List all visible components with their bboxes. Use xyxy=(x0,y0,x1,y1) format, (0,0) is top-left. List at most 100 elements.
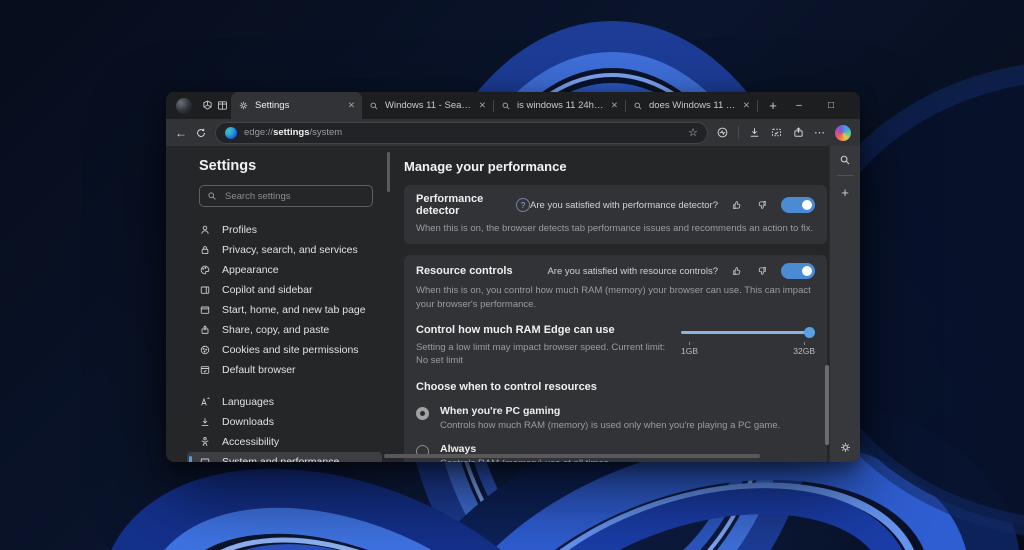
window-controls: – □ ✕ xyxy=(783,92,860,119)
settings-page: Settings Profiles Privacy, search, and s… xyxy=(166,146,860,462)
tab-close-icon[interactable]: ✕ xyxy=(348,100,355,111)
sidebar-item-downloads[interactable]: Downloads xyxy=(187,412,382,432)
thumbs-down-icon[interactable] xyxy=(756,199,768,211)
sidebar-item-label: Share, copy, and paste xyxy=(222,324,329,336)
page-scrollbar[interactable] xyxy=(825,365,829,445)
tab-strip: Settings ✕ Windows 11 - Search ✕ is wind… xyxy=(166,92,860,119)
profile-picture[interactable] xyxy=(176,98,192,114)
ram-limit-label: Control how much RAM Edge can use xyxy=(416,324,667,336)
back-button[interactable]: ← xyxy=(175,126,187,140)
sidebar-item-default-browser[interactable]: Default browser xyxy=(187,360,382,380)
tab-close-icon[interactable]: ✕ xyxy=(743,100,750,111)
workspaces-icon[interactable] xyxy=(201,96,214,116)
browser-window: Settings ✕ Windows 11 - Search ✕ is wind… xyxy=(166,92,860,462)
tab-close-icon[interactable]: ✕ xyxy=(611,100,618,111)
toolbar-actions: ⋯ xyxy=(716,125,851,141)
sidebar-item-cookies[interactable]: Cookies and site permissions xyxy=(187,340,382,360)
sidebar-item-accessibility[interactable]: Accessibility xyxy=(187,432,382,452)
tab-label: is windows 11 24h2 safe xyxy=(517,100,605,111)
settings-search-box[interactable] xyxy=(199,185,373,207)
settings-search-input[interactable] xyxy=(223,190,365,203)
ram-slider[interactable] xyxy=(681,327,815,338)
sidebar-layout-icon xyxy=(199,284,211,296)
sidebar-item-privacy[interactable]: Privacy, search, and services xyxy=(187,240,382,260)
languages-icon xyxy=(199,396,211,408)
sidebar-item-label: Copilot and sidebar xyxy=(222,284,312,296)
close-button[interactable]: ✕ xyxy=(847,92,860,119)
share-box-icon xyxy=(199,324,211,336)
web-capture-icon[interactable] xyxy=(770,126,783,139)
thumbs-up-icon[interactable] xyxy=(731,199,743,211)
home-page-icon xyxy=(199,304,211,316)
address-bar[interactable]: edge://settings/system ☆ xyxy=(215,122,708,144)
tab-windows11-search[interactable]: Windows 11 - Search ✕ xyxy=(362,92,493,119)
search-favicon xyxy=(633,101,643,111)
horizontal-scrollbar[interactable] xyxy=(384,454,760,458)
performance-detector-toggle[interactable] xyxy=(781,197,815,213)
resource-controls-toggle[interactable] xyxy=(781,263,815,279)
tab-actions-icon[interactable] xyxy=(216,96,229,116)
browser-essentials-icon[interactable] xyxy=(716,126,729,139)
feedback-question: Are you satisfied with performance detec… xyxy=(530,200,718,211)
search-favicon xyxy=(501,101,511,111)
edge-logo-icon xyxy=(225,127,237,139)
sidebar-item-appearance[interactable]: Appearance xyxy=(187,260,382,280)
favorite-star-icon[interactable]: ☆ xyxy=(688,126,698,139)
sidebar-item-start-home[interactable]: Start, home, and new tab page xyxy=(187,300,382,320)
monitor-icon xyxy=(199,456,211,462)
option-always[interactable]: Always Controls RAM (memory) use at all … xyxy=(416,443,815,462)
settings-sidebar: Settings Profiles Privacy, search, and s… xyxy=(166,146,390,462)
thumbs-down-icon[interactable] xyxy=(756,265,768,277)
sidebar-search-icon[interactable] xyxy=(839,154,851,166)
radio-selected-icon[interactable] xyxy=(416,407,429,420)
sidebar-add-icon[interactable]: + xyxy=(841,185,849,200)
sidebar-item-label: Default browser xyxy=(222,364,296,376)
person-icon xyxy=(199,224,211,236)
sidebar-item-label: Start, home, and new tab page xyxy=(222,304,366,316)
feedback-question: Are you satisfied with resource controls… xyxy=(547,266,718,277)
ram-max-label: 32GB xyxy=(793,346,815,356)
sidebar-settings-gear-icon[interactable] xyxy=(839,441,852,454)
minimize-button[interactable]: – xyxy=(783,92,815,119)
ram-slider-thumb[interactable] xyxy=(804,327,815,338)
option-description: Controls how much RAM (memory) is used o… xyxy=(440,420,780,431)
info-icon[interactable]: ? xyxy=(516,198,530,212)
sidebar-item-share-copy-paste[interactable]: Share, copy, and paste xyxy=(187,320,382,340)
performance-detector-card: Performance detector ? Are you satisfied… xyxy=(404,185,827,244)
sidebar-item-copilot-sidebar[interactable]: Copilot and sidebar xyxy=(187,280,382,300)
sidebar-item-languages[interactable]: Languages xyxy=(187,392,382,412)
settings-nav-list: Profiles Privacy, search, and services A… xyxy=(187,220,382,462)
ram-limit-description: Setting a low limit may impact browser s… xyxy=(416,341,667,368)
sidebar-item-label: System and performance xyxy=(222,456,339,462)
tab-is-24h2-safe[interactable]: is windows 11 24h2 safe ✕ xyxy=(494,92,625,119)
tab-close-icon[interactable]: ✕ xyxy=(479,100,486,111)
edge-sidebar-rail: + xyxy=(829,146,860,462)
thumbs-up-icon[interactable] xyxy=(731,265,743,277)
performance-detector-description: When this is on, the browser detects tab… xyxy=(416,222,815,235)
ram-slider-track xyxy=(681,331,815,334)
sidebar-item-label: Downloads xyxy=(222,416,274,428)
tab-does-24h2[interactable]: does Windows 11 24H2 ✕ xyxy=(626,92,757,119)
url-text: edge://settings/system xyxy=(244,127,342,138)
sidebar-item-profiles[interactable]: Profiles xyxy=(187,220,382,240)
sidebar-item-system-performance[interactable]: System and performance xyxy=(187,452,382,462)
downloads-icon[interactable] xyxy=(748,126,761,139)
option-pc-gaming[interactable]: When you're PC gaming Controls how much … xyxy=(416,405,815,431)
option-label: When you're PC gaming xyxy=(440,405,780,417)
tab-label: Windows 11 - Search xyxy=(385,100,473,111)
download-icon xyxy=(199,416,211,428)
new-tab-button[interactable]: + xyxy=(763,96,783,116)
cookie-icon xyxy=(199,344,211,356)
settings-and-more-icon[interactable]: ⋯ xyxy=(814,126,826,139)
share-icon[interactable] xyxy=(792,126,805,139)
account-avatar[interactable] xyxy=(835,125,851,141)
tab-settings[interactable]: Settings ✕ xyxy=(231,92,362,119)
resource-controls-description: When this is on, you control how much RA… xyxy=(416,284,815,311)
search-favicon xyxy=(369,101,379,111)
lock-icon xyxy=(199,244,211,256)
accessibility-icon xyxy=(199,436,211,448)
performance-detector-label: Performance detector xyxy=(416,193,510,217)
sidebar-item-label: Cookies and site permissions xyxy=(222,344,359,356)
maximize-button[interactable]: □ xyxy=(815,92,847,119)
refresh-button[interactable] xyxy=(195,127,207,139)
